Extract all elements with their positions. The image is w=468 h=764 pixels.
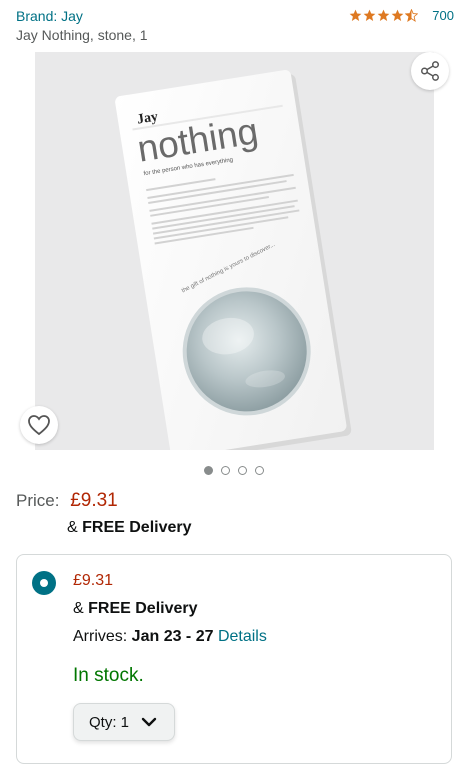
- brand-row: Brand: Jay 700: [16, 6, 454, 26]
- product-image-graphic: Jay nothing for the person who has every…: [115, 69, 352, 450]
- share-button[interactable]: [411, 52, 449, 90]
- product-subtitle: Jay Nothing, stone, 1: [16, 27, 148, 43]
- heart-icon: [28, 415, 50, 436]
- radio-inner: [40, 579, 48, 587]
- carousel-dot[interactable]: [238, 466, 247, 475]
- star-icon: [349, 9, 362, 22]
- delivery-info: & FREE Delivery: [67, 519, 192, 537]
- rating-stars: [349, 9, 419, 22]
- offer-delivery-prefix: &: [73, 600, 89, 617]
- offer-delivery-free: FREE Delivery: [88, 600, 198, 617]
- rating-count[interactable]: 700: [432, 8, 454, 23]
- details-link[interactable]: Details: [218, 628, 267, 645]
- delivery-prefix: &: [67, 519, 83, 536]
- arrives-label: Arrives:: [73, 628, 132, 645]
- wishlist-button[interactable]: [20, 406, 58, 444]
- quantity-label: Qty: 1: [89, 713, 130, 731]
- rating[interactable]: 700: [349, 8, 454, 23]
- arrives-date: Jan 23 - 27: [131, 628, 214, 645]
- carousel-dots: [0, 466, 468, 475]
- offer-price: £9.31: [73, 572, 114, 589]
- chevron-down-icon: [141, 717, 157, 727]
- product-image[interactable]: Jay nothing for the person who has every…: [35, 52, 434, 450]
- share-icon: [421, 61, 439, 81]
- star-icon: [377, 9, 390, 22]
- star-icon: [391, 9, 404, 22]
- price-row: Price: £9.31: [16, 490, 118, 512]
- stock-status: In stock.: [73, 665, 144, 686]
- carousel-dot[interactable]: [221, 466, 230, 475]
- price-label: Price:: [16, 491, 60, 510]
- offer-radio[interactable]: [32, 571, 56, 595]
- star-icon: [363, 9, 376, 22]
- price-value: £9.31: [70, 490, 118, 511]
- quantity-select[interactable]: Qty: 1: [73, 703, 175, 741]
- carousel-dot[interactable]: [255, 466, 264, 475]
- offer-delivery: & FREE Delivery: [73, 600, 198, 618]
- delivery-free: FREE Delivery: [82, 519, 192, 536]
- arrival-info: Arrives: Jan 23 - 27 Details: [73, 628, 267, 646]
- carousel-dot[interactable]: [204, 466, 213, 475]
- star-half-icon: [405, 9, 419, 22]
- brand-link[interactable]: Brand: Jay: [16, 8, 83, 24]
